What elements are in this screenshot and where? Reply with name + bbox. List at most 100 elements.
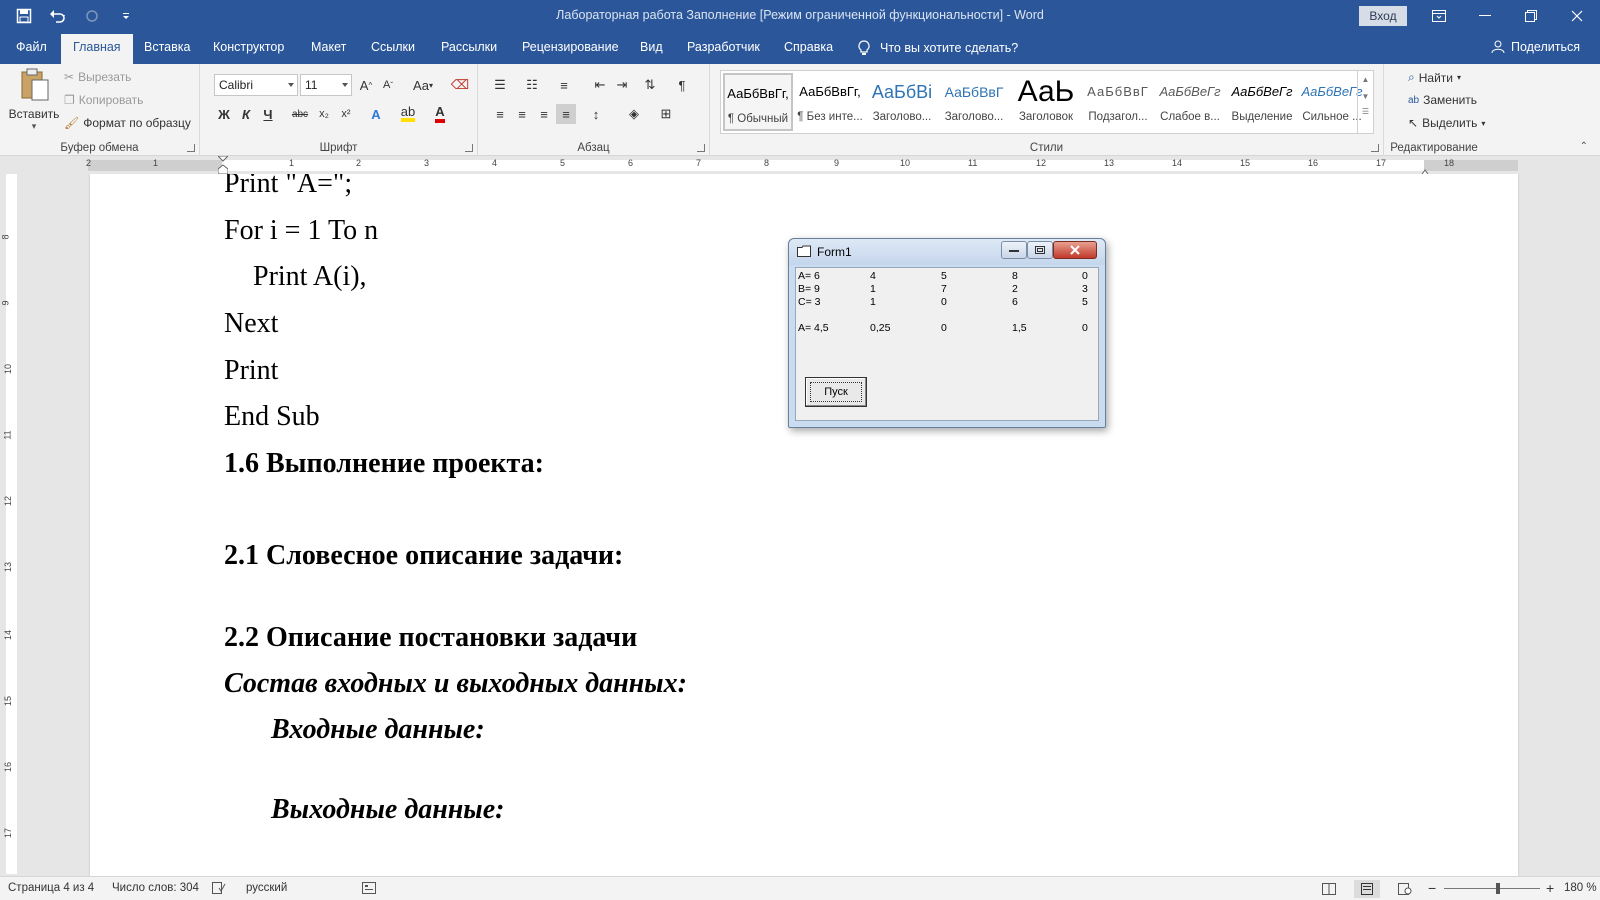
tab-help[interactable]: Справка	[784, 40, 833, 54]
style-title[interactable]: АаЬ Заголовок	[1011, 73, 1081, 131]
clipboard-launcher-icon[interactable]	[187, 144, 195, 152]
replace-button[interactable]: ab Заменить	[1408, 93, 1477, 107]
multilevel-list-icon[interactable]: ≡	[554, 75, 574, 95]
style-heading-2[interactable]: АаБбВвГ Заголово...	[939, 73, 1009, 131]
chevron-up-icon[interactable]: ▲	[1358, 75, 1373, 84]
style-subtle-emphasis[interactable]: АаБбВеГг Слабое в...	[1155, 73, 1225, 131]
copy-button[interactable]: ❐ Копировать	[64, 93, 143, 107]
form1-close-icon[interactable]	[1053, 241, 1097, 259]
shading-icon[interactable]: ◈	[624, 104, 644, 124]
clear-formatting-icon[interactable]: ⌫	[450, 75, 470, 95]
chevron-down-icon[interactable]: ▼	[1358, 92, 1373, 101]
read-mode-icon[interactable]	[1316, 880, 1342, 898]
underline-button[interactable]: Ч	[258, 104, 278, 124]
form1-minimize-icon[interactable]	[1001, 241, 1027, 259]
tell-me-box[interactable]: Что вы хотите сделать?	[858, 40, 1018, 56]
doc-subheading[interactable]: Состав входных и выходных данных:	[224, 668, 687, 700]
style-no-spacing[interactable]: АаБбВвГг, ¶ Без инте...	[795, 73, 865, 131]
doc-heading[interactable]: 1.6 Выполнение проекта:	[224, 448, 544, 480]
doc-line[interactable]: Print	[224, 355, 278, 387]
signin-button[interactable]: Вход	[1359, 6, 1407, 26]
find-button[interactable]: ⌕ Найти ▾	[1408, 70, 1461, 85]
italic-button[interactable]: К	[236, 104, 256, 124]
form1-window[interactable]: Form1 A= 6 4 5 8 0 B= 9 1 7 2 3 C= 3 1 0…	[788, 238, 1106, 428]
subscript-button[interactable]: x₂	[314, 104, 334, 124]
proofing-icon[interactable]	[212, 882, 226, 897]
font-name-combo[interactable]: Calibri	[214, 74, 298, 96]
web-layout-icon[interactable]	[1392, 880, 1418, 898]
language-indicator[interactable]: русский	[246, 882, 287, 894]
zoom-out-icon[interactable]: −	[1428, 880, 1436, 896]
cut-button[interactable]: ✂ Вырезать	[64, 70, 131, 84]
bullets-icon[interactable]: ☰	[490, 75, 510, 95]
tab-design[interactable]: Конструктор	[213, 40, 284, 54]
tab-developer[interactable]: Разработчик	[687, 40, 760, 54]
tab-layout[interactable]: Макет	[311, 40, 346, 54]
page-count[interactable]: Страница 4 из 4	[8, 882, 94, 894]
bold-button[interactable]: Ж	[214, 104, 234, 124]
tab-references[interactable]: Ссылки	[371, 40, 415, 54]
tab-insert[interactable]: Вставка	[144, 40, 190, 54]
font-launcher-icon[interactable]	[465, 144, 473, 152]
tab-home[interactable]: Главная	[61, 34, 133, 64]
paste-button[interactable]: Вставить ▾	[8, 68, 60, 134]
minimize-icon[interactable]	[1462, 0, 1508, 32]
numbering-icon[interactable]: ☷	[522, 75, 542, 95]
show-marks-icon[interactable]: ¶	[672, 75, 692, 95]
style-normal[interactable]: АаБбВвГг, ¶ Обычный	[723, 73, 793, 131]
font-size-combo[interactable]: 11	[300, 74, 352, 96]
tab-mailings[interactable]: Рассылки	[441, 40, 497, 54]
style-emphasis[interactable]: АаБбВеГг Выделение	[1227, 73, 1297, 131]
align-left-icon[interactable]: ≡	[490, 104, 510, 124]
ribbon-display-options-icon[interactable]	[1416, 0, 1462, 32]
tab-view[interactable]: Вид	[640, 40, 663, 54]
print-layout-icon[interactable]	[1354, 880, 1380, 898]
text-effects-icon[interactable]: A	[366, 104, 386, 124]
doc-line[interactable]: Print "A=";	[224, 174, 352, 200]
word-count[interactable]: Число слов: 304	[112, 882, 199, 894]
highlight-icon[interactable]: ab	[398, 104, 418, 124]
redo-icon[interactable]	[80, 4, 104, 28]
doc-line[interactable]: For i = 1 To n	[224, 215, 378, 247]
font-color-icon[interactable]: A	[430, 104, 450, 124]
save-icon[interactable]	[12, 4, 36, 28]
select-button[interactable]: ↖ Выделить ▾	[1408, 116, 1485, 130]
zoom-in-icon[interactable]: +	[1546, 880, 1554, 896]
decrease-indent-icon[interactable]: ⇤	[590, 75, 610, 95]
paragraph-launcher-icon[interactable]	[697, 144, 705, 152]
collapse-ribbon-icon[interactable]: ⌃	[1580, 141, 1588, 152]
zoom-level[interactable]: 180 %	[1564, 882, 1597, 894]
doc-subheading[interactable]: Входные данные:	[271, 714, 485, 746]
customize-toolbar-icon[interactable]	[114, 4, 138, 28]
shrink-font-icon[interactable]: Aˇ	[378, 75, 398, 95]
styles-launcher-icon[interactable]	[1371, 144, 1379, 152]
doc-subheading[interactable]: Выходные данные:	[271, 794, 505, 826]
doc-line[interactable]: Print A(i),	[253, 261, 367, 293]
form1-title-bar[interactable]: Form1	[789, 239, 1105, 265]
undo-icon[interactable]	[46, 4, 70, 28]
tab-review[interactable]: Рецензирование	[522, 40, 619, 54]
vertical-ruler[interactable]: 8 9 10 11 12 13 14 15 16 17	[0, 174, 20, 874]
align-right-icon[interactable]: ≡	[534, 104, 554, 124]
superscript-button[interactable]: x²	[336, 104, 356, 124]
pusk-button[interactable]: Пуск	[805, 377, 867, 407]
sort-icon[interactable]: ⇅	[640, 75, 660, 95]
restore-icon[interactable]	[1508, 0, 1554, 32]
doc-line[interactable]: Next	[224, 308, 278, 340]
style-heading-1[interactable]: АаБбВі Заголово...	[867, 73, 937, 131]
doc-heading[interactable]: 2.2 Описание постановки задачи	[224, 622, 637, 654]
tab-file[interactable]: Файл	[16, 40, 47, 54]
styles-gallery-scroll[interactable]: ▲ ▼ ☰	[1357, 71, 1373, 133]
close-icon[interactable]	[1554, 0, 1600, 32]
increase-indent-icon[interactable]: ⇥	[612, 75, 632, 95]
grow-font-icon[interactable]: A ^	[356, 75, 376, 95]
more-styles-icon[interactable]: ☰	[1358, 107, 1373, 116]
align-center-icon[interactable]: ≡	[512, 104, 532, 124]
style-subtitle[interactable]: АаБбВвГ Подзагол...	[1083, 73, 1153, 131]
form1-maximize-icon[interactable]	[1027, 241, 1053, 259]
share-button[interactable]: Поделиться	[1491, 40, 1580, 54]
line-spacing-icon[interactable]: ↕	[586, 104, 606, 124]
zoom-slider[interactable]	[1444, 888, 1540, 889]
horizontal-ruler[interactable]: 2 1 1 2 3 4 5 6 7 8 9 10 11 12 13 14 15 …	[0, 155, 1600, 178]
zoom-slider-thumb[interactable]	[1496, 883, 1500, 894]
